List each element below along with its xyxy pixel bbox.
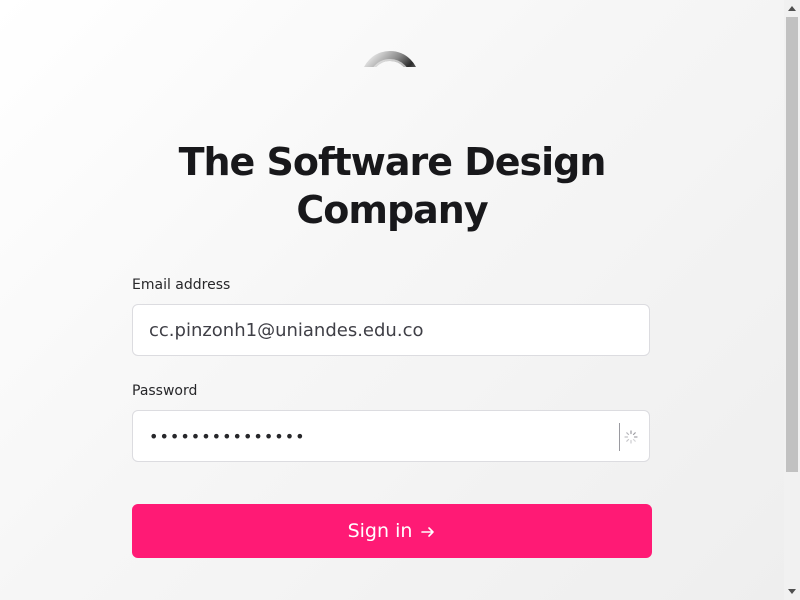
loading-spinner-icon — [624, 430, 638, 444]
password-label: Password — [132, 383, 198, 399]
login-page: The Software Design Company Email addres… — [0, 0, 784, 600]
email-label: Email address — [132, 277, 231, 293]
scroll-down-arrow-icon[interactable] — [784, 584, 800, 600]
arrow-right-icon — [420, 523, 436, 539]
scrollbar-thumb[interactable] — [786, 17, 798, 472]
scroll-up-arrow-icon[interactable] — [784, 0, 800, 16]
password-divider — [619, 423, 620, 451]
password-field[interactable] — [133, 411, 649, 461]
password-field-container — [132, 410, 650, 462]
sign-in-label: Sign in — [347, 520, 413, 542]
vertical-scrollbar[interactable] — [784, 0, 800, 600]
email-field[interactable] — [133, 305, 649, 355]
chrome-ring-logo-icon — [360, 50, 420, 67]
email-field-container — [132, 304, 650, 356]
sign-in-button[interactable]: Sign in — [132, 504, 652, 558]
page-title: The Software Design Company — [178, 140, 607, 232]
